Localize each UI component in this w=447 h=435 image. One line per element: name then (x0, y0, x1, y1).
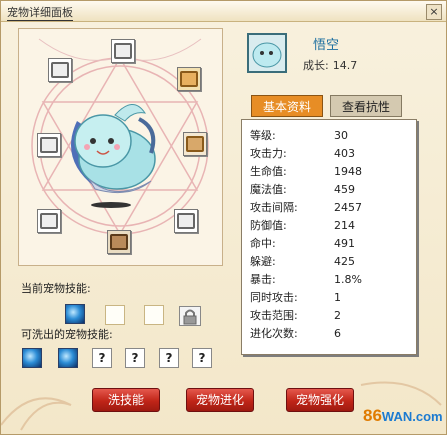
stat-row-dodge: 躲避: 425 (250, 253, 355, 269)
stat-row-attack-range: 攻击范围: 2 (250, 307, 341, 323)
stat-value: 2457 (334, 201, 362, 214)
pet-name: 悟空 (313, 38, 340, 53)
pet-avatar (247, 33, 287, 73)
logo-text: WAN.com (381, 409, 443, 424)
pet-stats-panel: 等级: 30 攻击力: 403 生命值: 1948 魔法值: 459 攻击间隔: 2457… (241, 119, 417, 355)
stat-value: 214 (334, 219, 355, 232)
pet-model-stage (18, 28, 223, 266)
stat-label: 进化次数: (250, 327, 298, 340)
stat-label: 生命值: (250, 165, 287, 178)
stat-row-crit: 暴击: 1.8% (250, 271, 362, 287)
stat-row-defense: 防御值: 214 (250, 217, 355, 233)
current-skill-slot-1[interactable] (65, 304, 85, 324)
stat-row-hit: 命中: 491 (250, 235, 355, 251)
stat-label: 等级: (250, 129, 276, 142)
logo-number: 86 (363, 406, 382, 425)
title-bar: 宠物详细面板 × (1, 1, 446, 22)
stat-row-attack-interval: 攻击间隔: 2457 (250, 199, 362, 215)
stat-row-attack: 攻击力: 403 (250, 145, 355, 161)
washable-skill-unknown-4[interactable]: ? (192, 348, 212, 368)
washable-skill-unknown-3[interactable]: ? (159, 348, 179, 368)
washable-skill-unknown-1[interactable]: ? (92, 348, 112, 368)
tab-basic-info[interactable]: 基本资料 (251, 95, 323, 117)
pet-detail-panel: 宠物详细面板 × 悟空 成长: 14.7 基本资料 查看抗性 等级: 30 攻击… (0, 0, 447, 435)
stat-value: 6 (334, 327, 341, 340)
stat-label: 躲避: (250, 255, 276, 268)
equip-slot-armor[interactable] (37, 133, 61, 157)
current-skill-slot-2[interactable] (105, 305, 125, 325)
lock-icon (179, 306, 201, 326)
equip-slot-necklace[interactable] (48, 58, 72, 82)
stat-value: 491 (334, 237, 355, 250)
stat-label: 攻击力: (250, 147, 287, 160)
equip-slot-weapon-bow[interactable] (183, 132, 207, 156)
stat-value: 1948 (334, 165, 362, 178)
stat-value: 1.8% (334, 273, 362, 286)
stat-row-level: 等级: 30 (250, 127, 348, 143)
stat-value: 2 (334, 309, 341, 322)
equip-slot-helmet[interactable] (111, 39, 135, 63)
stat-label: 攻击间隔: (250, 201, 298, 214)
stat-value: 1 (334, 291, 341, 304)
growth-value: 14.7 (332, 59, 358, 72)
equip-slot-ring-right[interactable] (174, 209, 198, 233)
wash-skills-button[interactable]: 洗技能 (92, 388, 160, 412)
stat-label: 命中: (250, 237, 276, 250)
padlock-icon (183, 309, 197, 325)
stat-row-evolution-count: 进化次数: 6 (250, 325, 341, 341)
window-title: 宠物详细面板 (7, 6, 73, 21)
stat-row-hp: 生命值: 1948 (250, 163, 362, 179)
tab-view-resistance[interactable]: 查看抗性 (330, 95, 402, 117)
stat-label: 防御值: (250, 219, 287, 232)
stat-value: 425 (334, 255, 355, 268)
current-skill-slot-3[interactable] (144, 305, 164, 325)
pet-growth: 成长: 14.7 (303, 57, 361, 73)
pet-strengthen-button[interactable]: 宠物强化 (286, 388, 354, 412)
stat-value: 403 (334, 147, 355, 160)
washable-skill-slot-2[interactable] (58, 348, 78, 368)
stat-label: 魔法值: (250, 183, 287, 196)
pet-avatar-icon (252, 42, 282, 68)
stat-label: 攻击范围: (250, 309, 298, 322)
current-skills-label: 当前宠物技能: (21, 282, 91, 295)
equip-slot-pet-accessory[interactable] (177, 67, 201, 91)
stat-value: 30 (334, 129, 348, 142)
stat-label: 同时攻击: (250, 291, 298, 304)
equip-slot-boots[interactable] (107, 230, 131, 254)
equip-slot-ring-left[interactable] (37, 209, 61, 233)
stat-value: 459 (334, 183, 355, 196)
washable-skill-slot-1[interactable] (22, 348, 42, 368)
site-logo: 86WAN.com (363, 406, 443, 426)
stat-row-multi-attack: 同时攻击: 1 (250, 289, 341, 305)
pet-evolve-button[interactable]: 宠物进化 (186, 388, 254, 412)
stat-label: 暴击: (250, 273, 276, 286)
stat-row-mp: 魔法值: 459 (250, 181, 355, 197)
growth-label: 成长: (303, 59, 329, 72)
close-button[interactable]: × (426, 4, 442, 20)
washable-skill-unknown-2[interactable]: ? (125, 348, 145, 368)
washable-skills-label: 可洗出的宠物技能: (21, 328, 113, 341)
